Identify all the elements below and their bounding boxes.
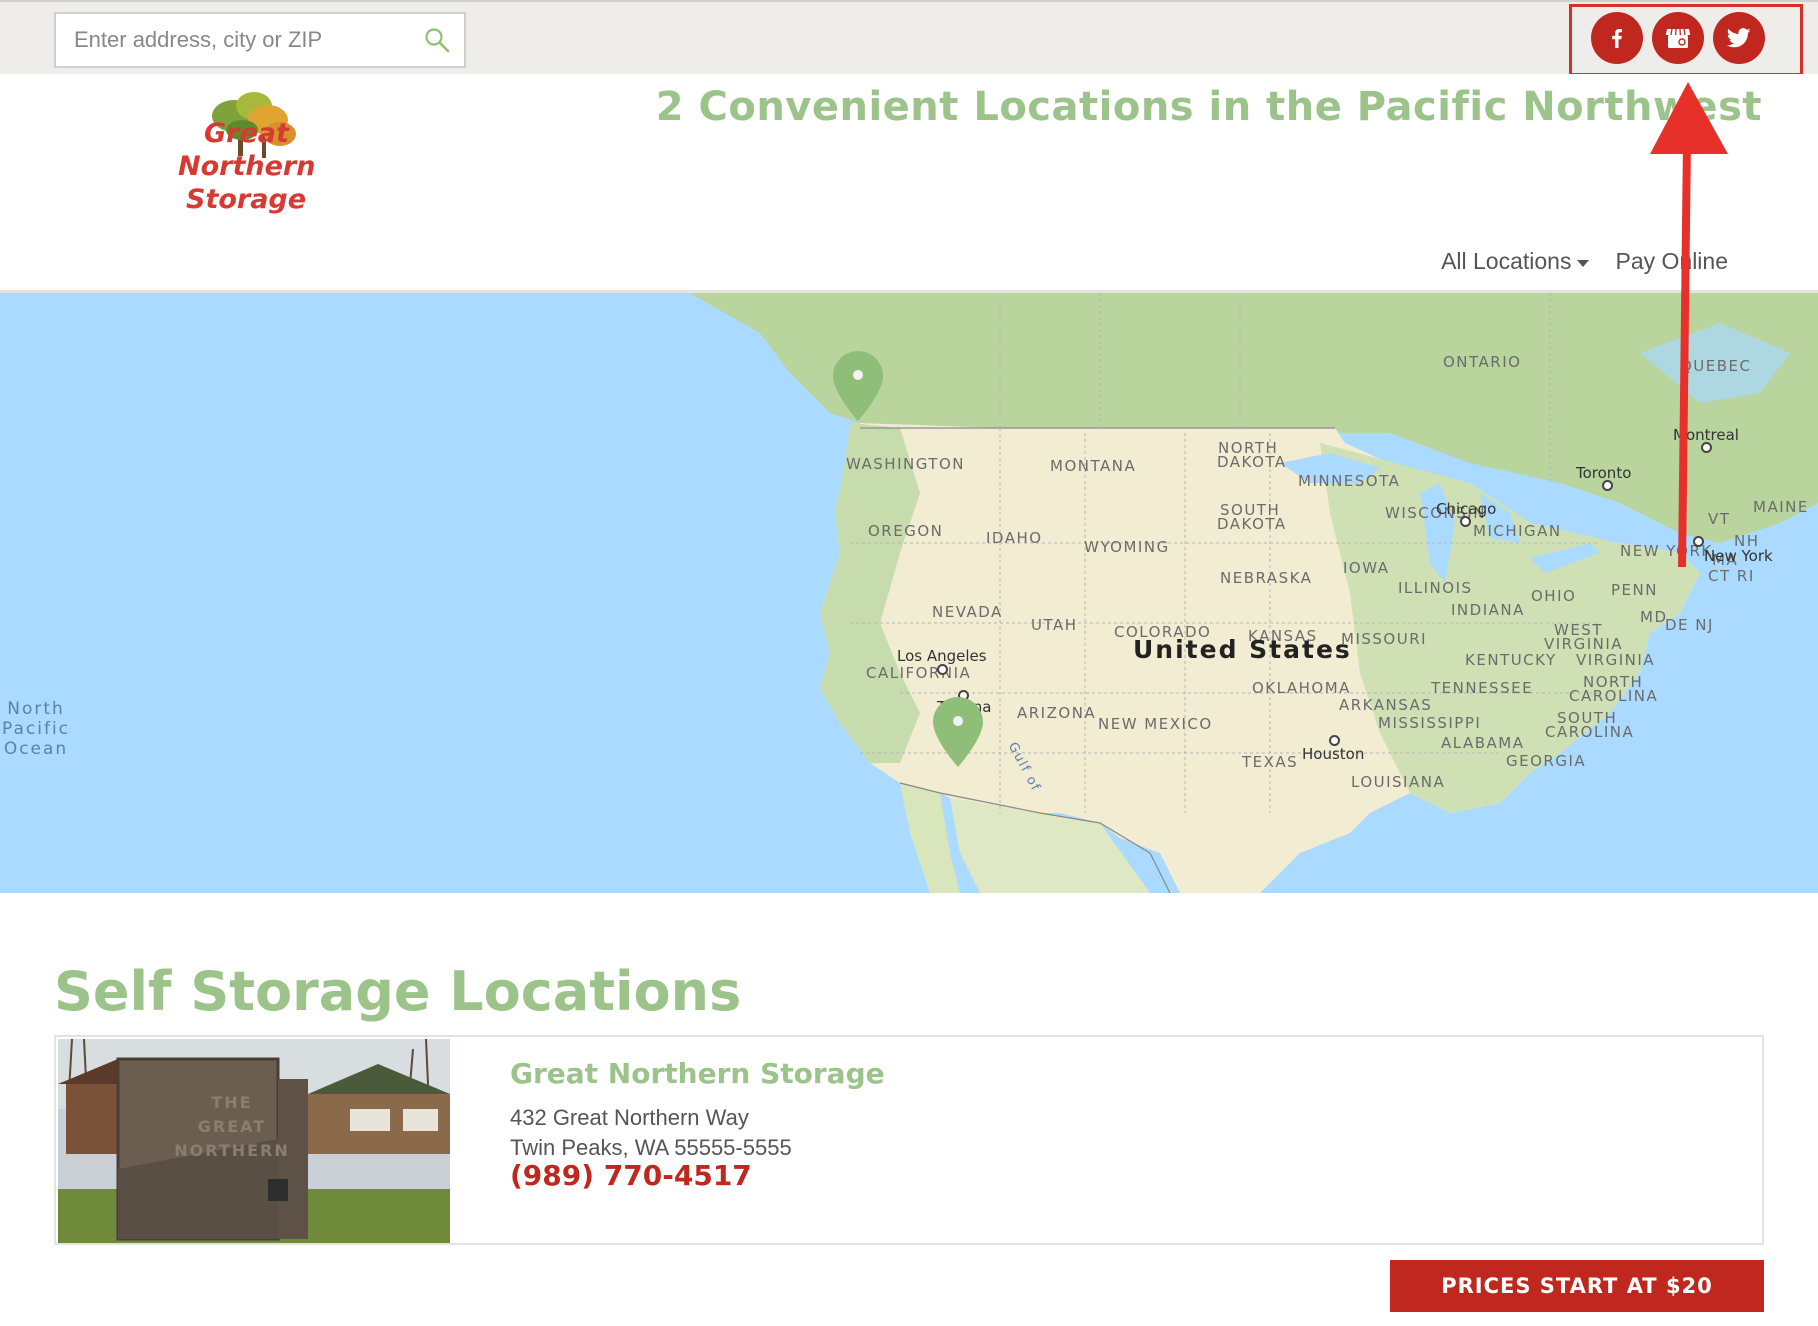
map-region-label: DE NJ	[1665, 616, 1714, 634]
map-region-label: NEBRASKA	[1220, 569, 1313, 587]
map-region-label: KENTUCKY	[1465, 651, 1557, 669]
map-region-label: CAROLINA	[1545, 723, 1635, 741]
map-region-label: NEVADA	[932, 603, 1003, 621]
search-icon[interactable]	[424, 27, 450, 53]
facebook-icon	[1612, 29, 1622, 48]
map-pin-icon-california[interactable]	[931, 697, 985, 769]
map-ocean-label-line: Pacific	[2, 719, 71, 739]
location-address-line2: Twin Peaks, WA 55555-5555	[510, 1135, 792, 1160]
location-address-line1: 432 Great Northern Way	[510, 1105, 749, 1130]
map-region-label: ARKANSAS	[1339, 696, 1433, 714]
map-region-label: IDAHO	[986, 529, 1043, 547]
map-city-label: New York	[1704, 547, 1773, 565]
map-region-label: NEW MEXICO	[1098, 715, 1213, 733]
map-region-label: MD	[1640, 608, 1668, 626]
search-input[interactable]	[56, 14, 434, 66]
sign-text-line: NORTHERN	[174, 1141, 290, 1160]
map-region-label: UTAH	[1031, 616, 1078, 634]
map-region-label: QUEBEC	[1680, 357, 1752, 375]
map-ocean-label-line: North	[7, 699, 65, 719]
map-region-label: CAROLINA	[1569, 687, 1659, 705]
map-region-label: OKLAHOMA	[1252, 679, 1351, 697]
map-ocean-label-line: Ocean	[3, 739, 69, 759]
map-region-label: MISSISSIPPI	[1378, 714, 1482, 732]
map-region-label: OREGON	[868, 522, 944, 540]
logo-text-northern: Northern	[178, 151, 316, 182]
top-bar	[0, 0, 1818, 76]
location-name[interactable]: Great Northern Storage	[510, 1057, 885, 1090]
nav-all-locations[interactable]: All Locations	[1441, 248, 1590, 275]
site-header: Great Northern Storage 2 Convenient Loca…	[0, 74, 1818, 293]
location-photo-sign-text: THE GREAT NORTHERN	[172, 1091, 292, 1163]
map-country-label: United States	[1133, 635, 1352, 664]
map-region-label: ONTARIO	[1443, 353, 1522, 371]
map-region-label: PENN	[1611, 581, 1658, 599]
map-region-label: MAINE	[1753, 498, 1809, 516]
city-dot-icon	[1460, 516, 1471, 527]
map-region-label: LOUISIANA	[1351, 773, 1446, 791]
twitter-icon	[1727, 28, 1751, 48]
storefront-icon	[1665, 28, 1691, 48]
map-region-label: MICHIGAN	[1473, 522, 1562, 540]
city-dot-icon	[1701, 442, 1712, 453]
map-region-label: VIRGINIA	[1576, 651, 1656, 669]
map-region-label: VT	[1708, 510, 1731, 528]
map-city-label: Houston	[1302, 745, 1365, 763]
sign-text-line: GREAT	[197, 1117, 267, 1136]
caret-down-icon	[1577, 260, 1590, 267]
map-region-label: WYOMING	[1084, 538, 1170, 556]
map-region-label: WASHINGTON	[846, 455, 965, 473]
map-region-label: ILLINOIS	[1398, 579, 1473, 597]
site-logo[interactable]: Great Northern Storage	[172, 90, 322, 226]
map-pin-icon-seattle[interactable]	[831, 351, 885, 423]
city-dot-icon	[937, 664, 948, 675]
map-region-label: OHIO	[1531, 587, 1577, 605]
map-region-label: IOWA	[1343, 559, 1390, 577]
city-dot-icon	[1693, 536, 1704, 547]
map-region-label: DAKOTA	[1217, 515, 1287, 533]
map-region-label: MISSOURI	[1341, 630, 1428, 648]
nav-pay-online[interactable]: Pay Online	[1615, 248, 1728, 275]
location-card: THE GREAT NORTHERN Great Northern Storag…	[54, 1035, 1764, 1245]
map-region-label: DAKOTA	[1217, 453, 1287, 471]
map-city-label: Toronto	[1576, 464, 1632, 482]
city-dot-icon	[1602, 480, 1613, 491]
map-region-label: ALABAMA	[1441, 734, 1525, 752]
map-region-label: MINNESOTA	[1298, 472, 1401, 490]
location-phone[interactable]: (989) 770-4517	[510, 1159, 752, 1192]
google-my-business-button[interactable]	[1652, 12, 1704, 64]
header-tagline: 2 Convenient Locations in the Pacific No…	[655, 84, 1762, 130]
map-region-label: CALIFORNIA	[866, 664, 972, 682]
nav-all-locations-label: All Locations	[1441, 248, 1572, 274]
sign-text-line: THE	[211, 1093, 253, 1112]
twitter-button[interactable]	[1713, 12, 1765, 64]
section-title: Self Storage Locations	[54, 960, 742, 1023]
location-photo[interactable]: THE GREAT NORTHERN	[58, 1039, 450, 1243]
map-region-label: CT RI	[1708, 567, 1755, 585]
map-region-label: ARIZONA	[1017, 704, 1097, 722]
facebook-button[interactable]	[1591, 12, 1643, 64]
map-ocean-label: North Pacific Ocean	[2, 699, 70, 759]
map-region-label: TENNESSEE	[1431, 679, 1534, 697]
map-region-label: VIRGINIA	[1544, 635, 1624, 653]
nav-pay-online-label: Pay Online	[1615, 248, 1728, 274]
map-region-label: GEORGIA	[1506, 752, 1587, 770]
map-region-label: INDIANA	[1451, 601, 1525, 619]
logo-text-great: Great	[204, 118, 289, 149]
search-box	[54, 12, 466, 68]
locations-map[interactable]: ONTARIO QUEBEC WASHINGTON MONTANA NORTH …	[0, 293, 1818, 893]
map-city-label: Los Angeles	[897, 647, 987, 665]
logo-text-storage: Storage	[186, 184, 307, 215]
map-region-label: TEXAS	[1242, 753, 1299, 771]
main-nav: All Locations Pay Online	[1441, 248, 1728, 275]
prices-start-button[interactable]: PRICES START AT $20	[1390, 1260, 1764, 1312]
map-region-label: MONTANA	[1050, 457, 1137, 475]
